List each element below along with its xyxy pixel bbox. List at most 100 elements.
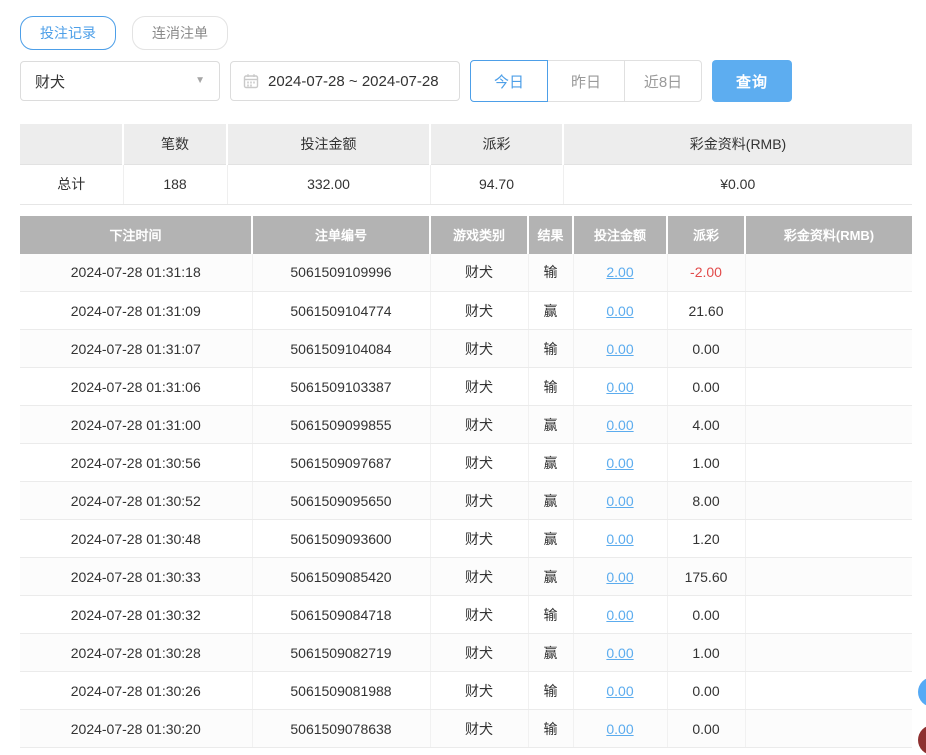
summary-header-bet-amount: 投注金额	[227, 124, 430, 164]
bet-amount-link[interactable]: 0.00	[606, 455, 633, 471]
tab-cancelled-orders-label: 连消注单	[152, 23, 208, 43]
bet-amount-link[interactable]: 0.00	[606, 683, 633, 699]
result: 赢	[528, 558, 573, 596]
bet-time: 2024-07-28 01:31:00	[20, 406, 252, 444]
bonus-value	[745, 368, 912, 406]
payout-value: 0.00	[667, 596, 745, 634]
bet-amount-link[interactable]: 0.00	[606, 721, 633, 737]
order-number: 5061509097687	[252, 444, 430, 482]
summary-total-bonus: ¥0.00	[563, 164, 912, 204]
table-row: 2024-07-28 01:30:33 5061509085420 财犬 赢 0…	[20, 558, 912, 596]
order-number: 5061509081988	[252, 672, 430, 710]
bet-time: 2024-07-28 01:31:07	[20, 330, 252, 368]
bet-amount-link[interactable]: 0.00	[606, 645, 633, 661]
summary-total-count: 188	[123, 164, 227, 204]
records-header-bonus: 彩金资料(RMB)	[745, 216, 912, 254]
payout-value: 1.00	[667, 444, 745, 482]
bet-amount-link[interactable]: 0.00	[606, 569, 633, 585]
result: 赢	[528, 406, 573, 444]
game-select[interactable]: 财犬 ▼	[20, 61, 220, 101]
bonus-value	[745, 596, 912, 634]
bet-time: 2024-07-28 01:30:52	[20, 482, 252, 520]
bet-amount-link[interactable]: 0.00	[606, 607, 633, 623]
result: 赢	[528, 482, 573, 520]
range-today-button[interactable]: 今日	[470, 60, 548, 102]
chevron-down-icon: ▼	[195, 76, 205, 86]
summary-total-payout: 94.70	[430, 164, 563, 204]
order-number: 5061509082719	[252, 634, 430, 672]
order-number: 5061509084718	[252, 596, 430, 634]
bonus-value	[745, 254, 912, 292]
bonus-value	[745, 710, 912, 748]
bet-amount-link[interactable]: 0.00	[606, 493, 633, 509]
result: 赢	[528, 292, 573, 330]
game-type: 财犬	[430, 710, 528, 748]
bonus-value	[745, 330, 912, 368]
table-row: 2024-07-28 01:30:28 5061509082719 财犬 赢 0…	[20, 634, 912, 672]
range-today-label: 今日	[494, 71, 524, 92]
summary-total-label: 总计	[20, 164, 123, 204]
search-button-label: 查询	[736, 71, 768, 92]
bonus-value	[745, 634, 912, 672]
table-row: 2024-07-28 01:31:00 5061509099855 财犬 赢 0…	[20, 406, 912, 444]
result: 赢	[528, 444, 573, 482]
records-header-time: 下注时间	[20, 216, 252, 254]
records-header-row: 下注时间 注单编号 游戏类别 结果 投注金额 派彩 彩金资料(RMB)	[20, 216, 912, 254]
table-row: 2024-07-28 01:31:07 5061509104084 财犬 输 0…	[20, 330, 912, 368]
records-header-order-no: 注单编号	[252, 216, 430, 254]
game-type: 财犬	[430, 634, 528, 672]
bet-time: 2024-07-28 01:30:28	[20, 634, 252, 672]
bonus-value	[745, 520, 912, 558]
payout-value: 0.00	[667, 330, 745, 368]
records-header-result: 结果	[528, 216, 573, 254]
game-type: 财犬	[430, 406, 528, 444]
payout-value: 8.00	[667, 482, 745, 520]
result: 输	[528, 710, 573, 748]
bet-amount-link[interactable]: 0.00	[606, 379, 633, 395]
quick-range-group: 今日 昨日 近8日	[470, 60, 702, 102]
result: 输	[528, 330, 573, 368]
bonus-value	[745, 482, 912, 520]
game-type: 财犬	[430, 330, 528, 368]
range-yesterday-button[interactable]: 昨日	[547, 60, 625, 102]
table-row: 2024-07-28 01:30:20 5061509078638 财犬 输 0…	[20, 710, 912, 748]
order-number: 5061509085420	[252, 558, 430, 596]
bet-amount-link[interactable]: 0.00	[606, 417, 633, 433]
range-last8days-button[interactable]: 近8日	[624, 60, 702, 102]
result: 输	[528, 368, 573, 406]
summary-table: 笔数 投注金额 派彩 彩金资料(RMB) 总计 188 332.00 94.70…	[20, 124, 912, 205]
bet-amount-link[interactable]: 2.00	[606, 264, 633, 280]
bet-amount-link[interactable]: 0.00	[606, 531, 633, 547]
tab-bet-records[interactable]: 投注记录	[20, 16, 116, 50]
result: 赢	[528, 520, 573, 558]
bonus-value	[745, 292, 912, 330]
tab-cancelled-orders[interactable]: 连消注单	[132, 16, 228, 50]
summary-header-payout: 派彩	[430, 124, 563, 164]
summary-header-empty	[20, 124, 123, 164]
bet-time: 2024-07-28 01:31:06	[20, 368, 252, 406]
bet-amount-link[interactable]: 0.00	[606, 341, 633, 357]
order-number: 5061509093600	[252, 520, 430, 558]
payout-value: 21.60	[667, 292, 745, 330]
payout-value: 175.60	[667, 558, 745, 596]
payout-value: 0.00	[667, 672, 745, 710]
date-range-input[interactable]: 2024-07-28 ~ 2024-07-28	[230, 61, 460, 101]
bet-amount-link[interactable]: 0.00	[606, 303, 633, 319]
bet-time: 2024-07-28 01:30:26	[20, 672, 252, 710]
result: 输	[528, 672, 573, 710]
records-body: 2024-07-28 01:31:18 5061509109996 财犬 输 2…	[20, 254, 912, 748]
bet-time: 2024-07-28 01:30:20	[20, 710, 252, 748]
table-row: 2024-07-28 01:30:48 5061509093600 财犬 赢 0…	[20, 520, 912, 558]
records-header-payout: 派彩	[667, 216, 745, 254]
result: 赢	[528, 634, 573, 672]
tab-bet-records-label: 投注记录	[40, 23, 96, 43]
bet-time: 2024-07-28 01:30:48	[20, 520, 252, 558]
game-type: 财犬	[430, 558, 528, 596]
payout-value: -2.00	[667, 254, 745, 292]
bet-time: 2024-07-28 01:30:32	[20, 596, 252, 634]
bonus-value	[745, 558, 912, 596]
search-button[interactable]: 查询	[712, 60, 792, 102]
page: 投注记录 连消注单 财犬 ▼	[0, 0, 926, 748]
bet-time: 2024-07-28 01:30:33	[20, 558, 252, 596]
payout-value: 0.00	[667, 710, 745, 748]
